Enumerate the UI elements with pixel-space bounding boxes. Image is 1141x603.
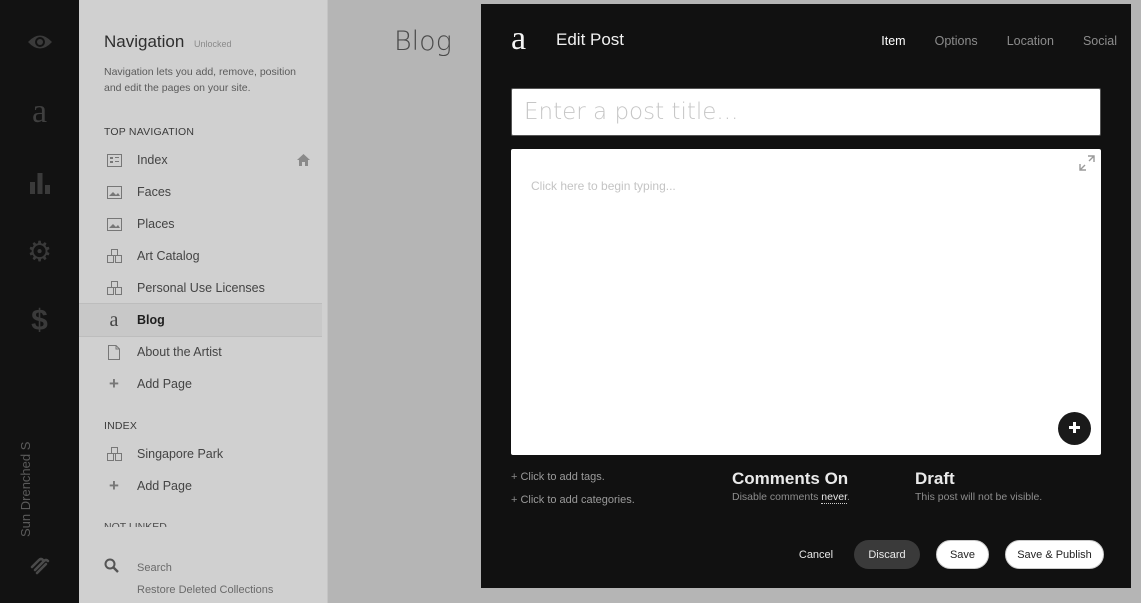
- site-name[interactable]: Sun Drenched S: [18, 427, 38, 537]
- tab-item[interactable]: Item: [881, 34, 905, 48]
- nav-item-label: About the Artist: [137, 345, 222, 359]
- body-placeholder: Click here to begin typing...: [531, 179, 676, 193]
- section-heading-index: INDEX: [104, 420, 138, 432]
- squarespace-a-icon[interactable]: a: [0, 93, 79, 130]
- gallery-icon: [79, 217, 137, 231]
- navigation-title: Navigation: [104, 32, 185, 51]
- search-label: Search: [137, 562, 172, 574]
- dialog-title: Edit Post: [556, 30, 625, 49]
- cancel-button[interactable]: Cancel: [789, 540, 843, 569]
- add-tags-link[interactable]: + Click to add tags.: [511, 471, 605, 483]
- products-icon: [79, 447, 137, 461]
- comments-sub-suffix: .: [846, 491, 850, 503]
- nav-item-art-catalog[interactable]: Art Catalog: [79, 240, 322, 272]
- navigation-description: Navigation lets you add, remove, positio…: [104, 66, 297, 94]
- search-icon: [104, 558, 119, 578]
- comments-status-sub: Disable comments never.: [732, 491, 850, 504]
- nav-item-label: Add Page: [137, 479, 192, 493]
- edit-post-dialog: a Edit Post Item Options Location Social…: [481, 4, 1131, 588]
- unlocked-label[interactable]: Unlocked: [194, 39, 232, 49]
- draft-status-sub: This post will not be visible.: [915, 491, 1043, 503]
- tab-options[interactable]: Options: [935, 34, 978, 48]
- post-body-editor[interactable]: Click here to begin typing...: [511, 149, 1101, 455]
- comments-status-heading: Comments On: [732, 469, 849, 488]
- nav-item-label: Places: [137, 217, 175, 231]
- index-icon: [79, 153, 137, 167]
- nav-item-places[interactable]: Places: [79, 208, 322, 240]
- products-icon: [79, 249, 137, 263]
- post-title-input[interactable]: [511, 88, 1101, 136]
- restore-deleted-collections-link[interactable]: Restore Deleted Collections: [137, 584, 273, 596]
- left-rail: a ⚙ $ Sun Drenched S: [0, 0, 79, 603]
- plus-icon: +: [109, 374, 119, 393]
- bar-chart-icon[interactable]: [0, 168, 79, 196]
- nav-item-faces[interactable]: Faces: [79, 176, 322, 208]
- squarespace-logo-icon[interactable]: [0, 553, 79, 577]
- section-heading-not-linked: NOT LINKED: [104, 521, 167, 527]
- section-heading-top-navigation: TOP NAVIGATION: [104, 126, 195, 138]
- nav-item-label: Singapore Park: [137, 447, 224, 461]
- blog-icon: a: [109, 309, 119, 331]
- squarespace-logo: a: [511, 20, 527, 57]
- nav-item-label: Personal Use Licenses: [137, 281, 265, 295]
- disable-comments-never-link[interactable]: never: [821, 491, 847, 504]
- plus-icon: [1069, 420, 1080, 438]
- nav-item-add-page[interactable]: + Add Page: [79, 368, 322, 400]
- search-row[interactable]: Search: [104, 558, 172, 578]
- navigation-panel: Navigation Unlocked Navigation lets you …: [79, 0, 328, 603]
- tab-social[interactable]: Social: [1083, 34, 1117, 48]
- expand-icon[interactable]: [1079, 155, 1095, 171]
- nav-item-label: Faces: [137, 185, 172, 199]
- nav-item-singapore-park[interactable]: Singapore Park: [79, 438, 322, 470]
- page-icon: [79, 344, 137, 360]
- comments-sub-prefix: Disable comments: [732, 491, 819, 503]
- add-block-button[interactable]: [1058, 412, 1091, 445]
- add-categories-link[interactable]: + Click to add categories.: [511, 494, 635, 506]
- save-button[interactable]: Save: [936, 540, 989, 569]
- nav-item-index[interactable]: Index: [79, 144, 322, 176]
- nav-item-about-the-artist[interactable]: About the Artist: [79, 336, 322, 368]
- gear-icon[interactable]: ⚙: [0, 236, 79, 267]
- page-heading: Blog: [394, 26, 452, 57]
- plus-icon: +: [511, 494, 518, 506]
- save-and-publish-button[interactable]: Save & Publish: [1005, 540, 1104, 569]
- nav-item-label: Blog: [137, 313, 165, 327]
- home-icon[interactable]: [297, 153, 310, 171]
- nav-item-label: Art Catalog: [137, 249, 200, 263]
- add-categories-label: Click to add categories.: [520, 494, 635, 506]
- nav-item-personal-use-licenses[interactable]: Personal Use Licenses: [79, 272, 322, 304]
- dialog-tabs: Item Options Location Social: [852, 34, 1117, 48]
- dollar-icon[interactable]: $: [0, 304, 79, 337]
- draft-status-heading[interactable]: Draft: [915, 469, 955, 489]
- nav-item-blog[interactable]: a Blog: [79, 303, 322, 337]
- nav-item-label: Index: [137, 153, 168, 167]
- nav-item-add-page-index[interactable]: + Add Page: [79, 470, 322, 502]
- plus-icon: +: [109, 476, 119, 495]
- discard-button[interactable]: Discard: [854, 540, 920, 569]
- nav-item-label: Add Page: [137, 377, 192, 391]
- eye-icon[interactable]: [0, 28, 79, 56]
- gallery-icon: [79, 185, 137, 199]
- add-tags-label: Click to add tags.: [520, 471, 605, 483]
- tab-location[interactable]: Location: [1007, 34, 1054, 48]
- plus-icon: +: [511, 471, 518, 483]
- products-icon: [79, 281, 137, 295]
